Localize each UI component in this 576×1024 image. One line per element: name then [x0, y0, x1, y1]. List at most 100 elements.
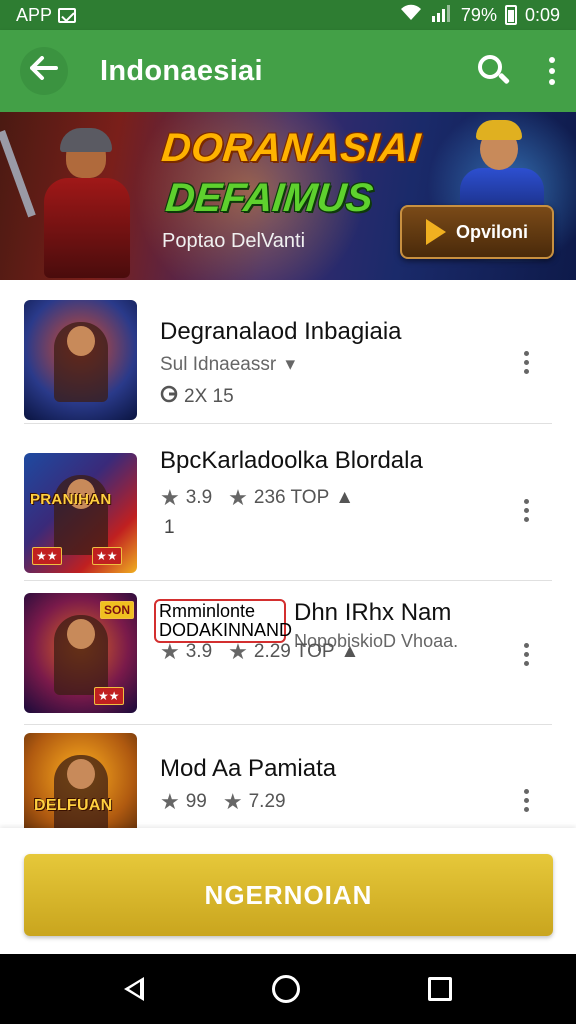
- thumb-title: DELFUAN: [34, 797, 113, 814]
- thumb-title: PRANIHAN: [30, 491, 112, 508]
- status-right: 79% 0:09: [399, 4, 560, 27]
- status-bar: APP 79% 0:09: [0, 0, 576, 30]
- app-thumbnail: [24, 300, 137, 420]
- more-vert-icon: [523, 351, 529, 356]
- more-vert-dot: [523, 369, 529, 374]
- promo-banner[interactable]: DORANASIAI DEFAIMUS Poptao DelVanti Opvi…: [0, 112, 576, 280]
- app-thumbnail: PRANIHAN ★★ ★★: [24, 453, 137, 573]
- app-downloads: 7.29: [248, 791, 286, 812]
- hero-body: [44, 178, 130, 278]
- star-icon: ★: [160, 789, 180, 814]
- nav-home-icon[interactable]: [272, 975, 300, 1003]
- more-vert-dot: [549, 68, 555, 74]
- app-extra: 1: [164, 517, 175, 538]
- app-subtitle-text: Sul Idnaeassr: [160, 354, 277, 375]
- app-title-highlight: Rmminlonte DODAKINNAND: [154, 599, 292, 643]
- banner-subtitle: Poptao DelVanti: [162, 230, 306, 252]
- list-item[interactable]: SON ★★ Rmminlonte DODAKINNAND Dhn IRhx N…: [0, 581, 576, 725]
- thumb-badge-left: ★★: [32, 547, 62, 565]
- app-meta: ★ 99 ★ 7.29: [160, 789, 286, 815]
- notification-icon: [58, 7, 77, 23]
- list-item[interactable]: DELFUAN Mod Aa Pamiata ★ 99 ★ 7.29: [0, 725, 576, 828]
- divider: [24, 423, 552, 424]
- thumb-badge-right: ★★: [92, 547, 122, 565]
- app-meta: ★ 3.9 ★ 2.29 TOP ▲: [160, 639, 359, 665]
- app-thumbnail: SON ★★: [24, 593, 137, 713]
- app-meta: 2X 15: [160, 385, 234, 409]
- sword-icon: [0, 130, 36, 218]
- app-bar-actions: [476, 53, 562, 89]
- wifi-icon: [399, 4, 423, 27]
- app-title: Dhn IRhx Nam: [294, 599, 452, 626]
- more-vert-dot: [523, 798, 529, 803]
- primary-action-button[interactable]: NGERNOIAN: [24, 854, 553, 936]
- thumbs-up-icon: ▲: [335, 487, 355, 508]
- clock: 0:09: [524, 4, 560, 25]
- app-downloads: 2.29 TOP: [253, 641, 335, 662]
- item-overflow-button[interactable]: [521, 499, 531, 522]
- star-icon: ★: [160, 639, 180, 664]
- search-icon-handle: [497, 72, 511, 85]
- app-thumbnail: DELFUAN: [24, 733, 137, 828]
- battery-percent: 79%: [460, 4, 497, 25]
- app-rating: 3.9: [185, 641, 213, 662]
- banner-title-line2: DEFAIMUS: [163, 176, 376, 220]
- thumbs-up-icon: ▲: [340, 641, 360, 662]
- signal-icon: [431, 4, 453, 27]
- item-overflow-button[interactable]: [521, 643, 531, 666]
- item-overflow-button[interactable]: [521, 789, 531, 812]
- battery-icon: [504, 5, 517, 25]
- thumb-face: [67, 326, 95, 356]
- hero-helmet: [60, 128, 112, 152]
- screen: APP 79% 0:09 Indonaesiai DORANASIAI DEFA…: [0, 0, 576, 1024]
- status-app-label: APP: [16, 4, 53, 25]
- more-vert-icon: [549, 57, 555, 63]
- item-overflow-button[interactable]: [521, 351, 531, 374]
- nav-back-icon[interactable]: [124, 977, 144, 1001]
- thumb-badge: SON: [100, 601, 135, 619]
- bottom-cta-area: NGERNOIAN: [0, 828, 576, 954]
- thumb-face: [67, 619, 95, 649]
- status-left: APP: [16, 4, 77, 26]
- list-item[interactable]: Degranalaod Inbagiaia Sul Idnaeassr ▾ 2X…: [0, 280, 576, 424]
- page-title: Indonaesiai: [100, 54, 263, 87]
- more-vert-dot: [523, 508, 529, 513]
- thumb-face: [67, 759, 95, 789]
- more-vert-dot: [523, 652, 529, 657]
- app-title: Mod Aa Pamiata: [160, 755, 337, 782]
- banner-cta-button[interactable]: Opviloni: [400, 205, 554, 259]
- more-vert-icon: [523, 643, 529, 648]
- star-icon: ★: [228, 485, 248, 510]
- more-vert-dot: [523, 517, 529, 522]
- more-vert-icon: [523, 789, 529, 794]
- app-rating: 3.9: [185, 487, 213, 508]
- more-vert-dot: [549, 79, 555, 85]
- star-icon: ★: [160, 485, 180, 510]
- app-rating: 99: [185, 791, 207, 812]
- banner-cta-label: Opviloni: [456, 221, 528, 242]
- banner-hero-warrior: [0, 126, 138, 280]
- nav-recents-icon[interactable]: [428, 977, 452, 1001]
- app-meta-text: 2X 15: [184, 386, 234, 407]
- hero-hair: [476, 120, 522, 140]
- play-arrow-icon: [426, 219, 446, 245]
- download-count-icon: [160, 385, 178, 409]
- app-subtitle: Sul Idnaeassr ▾: [160, 353, 295, 376]
- app-downloads: 236 TOP: [253, 487, 330, 508]
- more-vert-dot: [523, 661, 529, 666]
- star-icon: ★: [222, 789, 243, 814]
- banner-title-line1: DORANASIAI: [159, 126, 423, 170]
- list-item[interactable]: PRANIHAN ★★ ★★ BpcKarladoolka Blordala ★…: [0, 437, 576, 581]
- overflow-menu-button[interactable]: [542, 57, 562, 85]
- thumb-badge-corner: ★★: [94, 687, 124, 705]
- back-button[interactable]: [20, 47, 68, 95]
- app-bar: Indonaesiai: [0, 30, 576, 112]
- app-title: BpcKarladoolka Blordala: [160, 447, 423, 474]
- app-meta: ★ 3.9 ★ 236 TOP ▲: [160, 485, 354, 511]
- app-list: Degranalaod Inbagiaia Sul Idnaeassr ▾ 2X…: [0, 280, 576, 828]
- more-vert-dot: [523, 360, 529, 365]
- app-title: Degranalaod Inbagiaia: [160, 318, 402, 345]
- arrow-left-icon: [30, 54, 58, 88]
- more-vert-dot: [523, 807, 529, 812]
- search-button[interactable]: [476, 53, 512, 89]
